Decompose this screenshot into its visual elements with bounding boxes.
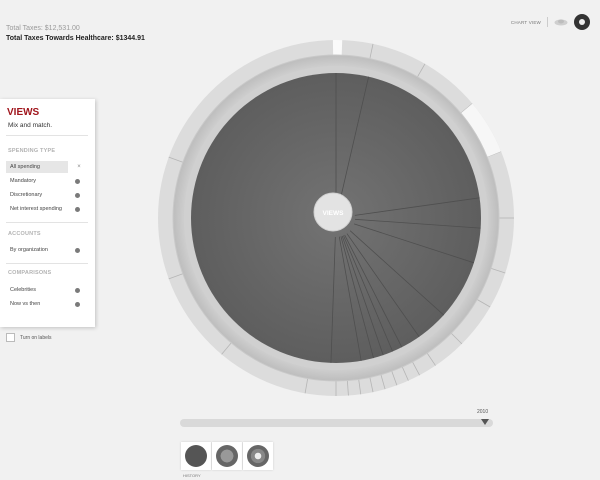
history-view-icon xyxy=(185,445,207,467)
highlight-segment[interactable] xyxy=(332,40,343,56)
year-label: 2010 xyxy=(477,409,489,415)
ring-view-tile[interactable] xyxy=(212,442,242,470)
target-view-tile[interactable] xyxy=(243,442,273,470)
timeline-slider[interactable] xyxy=(180,419,493,427)
history-view-tile[interactable] xyxy=(181,442,211,470)
spending-donut-chart[interactable]: VIEWS xyxy=(0,0,600,480)
center-label: VIEWS xyxy=(323,210,345,217)
ring-view-icon xyxy=(216,445,238,467)
target-view-icon xyxy=(247,445,269,467)
timeline-handle[interactable] xyxy=(481,419,489,425)
history-label: HISTORY xyxy=(183,473,201,478)
